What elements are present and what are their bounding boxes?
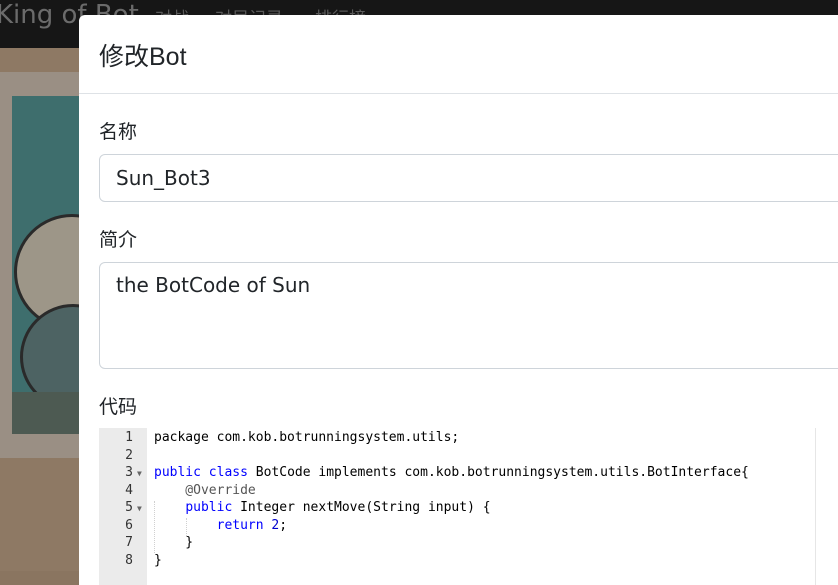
code-line: 1 package com.kob.botrunningsystem.utils…	[99, 430, 815, 448]
line-number: 8	[125, 552, 133, 568]
line-number: 3	[125, 465, 133, 480]
line-number: 2	[125, 447, 133, 463]
avatar-ground	[12, 392, 82, 434]
description-label: 简介	[99, 229, 138, 251]
code-line: 3 ▼ public class BotCode implements com.…	[99, 465, 815, 483]
code-text: @Override	[154, 482, 256, 498]
fold-arrow-icon[interactable]: ▼	[137, 469, 142, 478]
name-label: 名称	[99, 121, 138, 143]
code-line: 4 @Override	[99, 483, 815, 501]
code-label: 代码	[99, 396, 138, 418]
modal-header: 修改Bot	[79, 15, 838, 94]
line-number: 7	[125, 535, 133, 550]
code-editor[interactable]: 1 package com.kob.botrunningsystem.utils…	[99, 428, 816, 585]
code-text: public class BotCode implements com.kob.…	[154, 465, 749, 480]
indent-guide	[154, 501, 155, 553]
code-text: package com.kob.botrunningsystem.utils;	[154, 430, 460, 445]
edit-bot-modal: 修改Bot 名称 Sun_Bot3 简介 the BotCode of Sun …	[79, 15, 838, 585]
code-line: 8 }	[99, 553, 815, 571]
line-number: 1	[125, 430, 133, 445]
avatar-image	[12, 96, 82, 434]
code-text: public Integer nextMove(String input) {	[185, 500, 491, 515]
line-number: 5	[125, 500, 133, 515]
bot-name-input[interactable]: Sun_Bot3	[99, 154, 838, 202]
line-number: 4	[125, 482, 133, 498]
modal-title: 修改Bot	[99, 43, 187, 71]
code-line: 2	[99, 448, 815, 466]
fold-arrow-icon[interactable]: ▼	[137, 504, 142, 513]
code-text: }	[154, 552, 162, 568]
code-line: 5 ▼ public Integer nextMove(String input…	[99, 500, 815, 518]
code-line: 6 return 2;	[99, 518, 815, 536]
code-text: }	[154, 535, 194, 550]
code-line: 7 }	[99, 535, 815, 553]
code-text: return 2;	[216, 517, 288, 533]
bot-description-textarea[interactable]: the BotCode of Sun	[99, 262, 838, 369]
indent-guide	[186, 518, 187, 536]
line-number: 6	[125, 517, 133, 533]
